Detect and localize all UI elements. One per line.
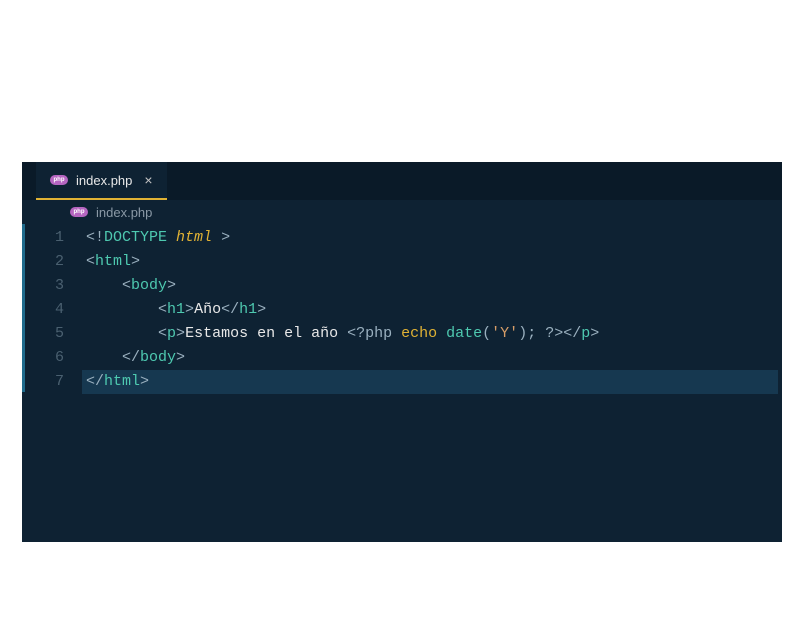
code-line[interactable]: </body> [82, 346, 782, 370]
gutter-change-marker [22, 224, 25, 392]
php-icon: php [70, 207, 88, 217]
breadcrumb-label: index.php [96, 205, 152, 220]
line-number: 3 [22, 274, 64, 298]
line-number: 6 [22, 346, 64, 370]
editor-window: php index.php × php index.php 1 2 3 4 5 … [22, 162, 782, 542]
tab-label: index.php [76, 173, 132, 188]
line-number: 4 [22, 298, 64, 322]
close-icon[interactable]: × [144, 172, 152, 188]
tab-index-php[interactable]: php index.php × [36, 162, 167, 200]
line-number: 2 [22, 250, 64, 274]
line-number: 7 [22, 370, 64, 394]
code-line[interactable]: <html> [82, 250, 782, 274]
code-lines[interactable]: <!DOCTYPE html > <html> <body> <h1>Año</… [82, 226, 782, 542]
code-area[interactable]: 1 2 3 4 5 6 7 <!DOCTYPE html > <html> <b… [22, 224, 782, 542]
breadcrumb: php index.php [22, 200, 782, 224]
code-line[interactable]: <h1>Año</h1> [82, 298, 782, 322]
line-number-gutter: 1 2 3 4 5 6 7 [22, 226, 82, 542]
code-line[interactable]: <p>Estamos en el año <?php echo date('Y'… [82, 322, 782, 346]
tab-bar: php index.php × [22, 162, 782, 200]
code-line-active[interactable]: </html> [82, 370, 778, 394]
php-icon: php [50, 175, 68, 185]
line-number: 5 [22, 322, 64, 346]
code-line[interactable]: <!DOCTYPE html > [82, 226, 782, 250]
line-number: 1 [22, 226, 64, 250]
code-line[interactable]: <body> [82, 274, 782, 298]
